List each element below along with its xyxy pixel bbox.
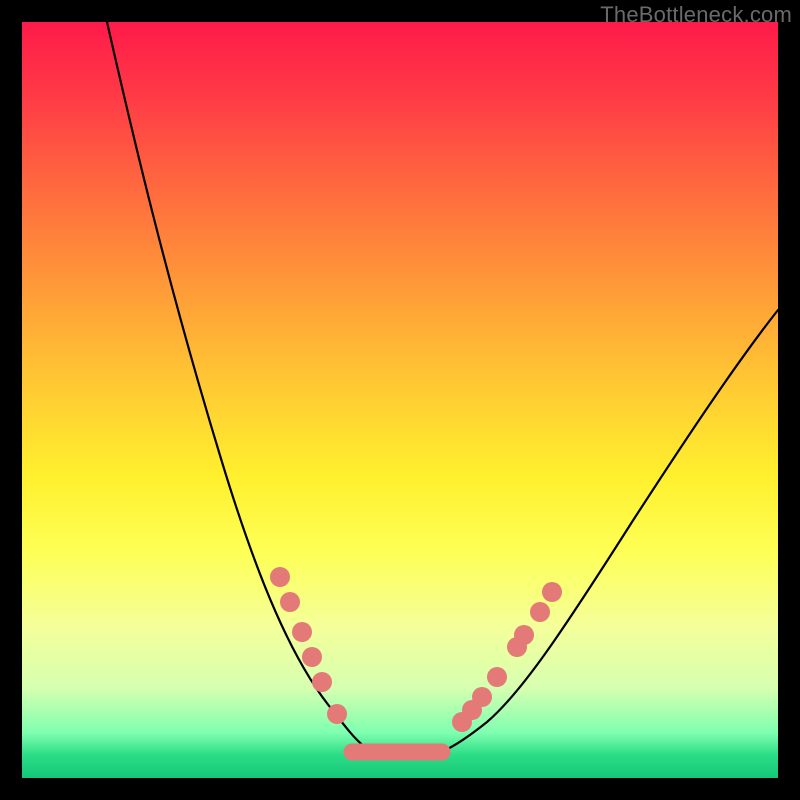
watermark-text: TheBottleneck.com <box>600 2 792 28</box>
marker-dot <box>292 622 312 642</box>
bottleneck-curve <box>107 22 778 759</box>
marker-dot <box>530 602 550 622</box>
marker-dot <box>270 567 290 587</box>
marker-dot <box>542 582 562 602</box>
marker-dot <box>472 687 492 707</box>
marker-dot <box>280 592 300 612</box>
bottleneck-plot <box>22 22 778 778</box>
marker-dot <box>327 704 347 724</box>
marker-dot <box>487 667 507 687</box>
marker-dot <box>302 647 322 667</box>
marker-dot <box>312 672 332 692</box>
marker-dot <box>514 625 534 645</box>
chart-area <box>22 22 778 778</box>
